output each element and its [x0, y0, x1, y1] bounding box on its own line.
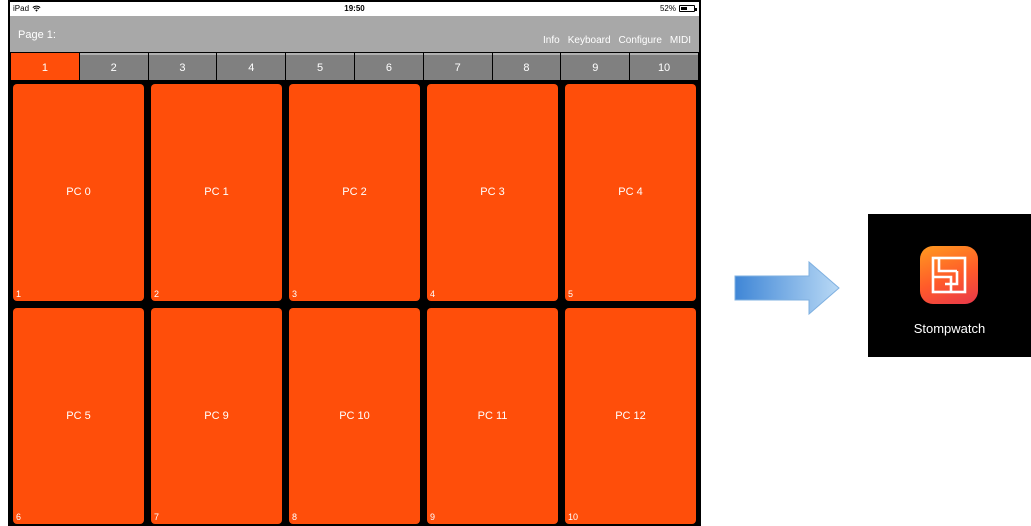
pad-number: 2	[154, 288, 160, 299]
pad-button[interactable]: PC 9 7	[151, 307, 282, 524]
pad-number: 6	[16, 512, 22, 522]
menu-configure[interactable]: Configure	[619, 35, 662, 46]
right-arrow-icon	[734, 260, 840, 316]
pad-number: 3	[292, 288, 298, 299]
app-tile: Stompwatch	[868, 214, 1031, 357]
stompwatch-logo-glyph	[931, 256, 967, 294]
header-menu: Info Keyboard Configure MIDI	[543, 35, 691, 46]
tab-9[interactable]: 9	[561, 53, 630, 80]
pad-number: 5	[568, 288, 574, 299]
pad-button[interactable]: PC 1 2	[151, 84, 282, 301]
pad-label: PC 9	[204, 409, 229, 422]
pad-label: PC 3	[480, 186, 505, 199]
menu-midi[interactable]: MIDI	[670, 35, 691, 46]
pad-label: PC 5	[66, 409, 91, 422]
pad-number: 7	[154, 512, 160, 522]
pad-number: 9	[430, 512, 436, 522]
tab-5[interactable]: 5	[286, 53, 354, 80]
pad-label: PC 0	[66, 186, 91, 199]
page-title: Page 1:	[18, 29, 56, 41]
pad-button[interactable]: PC 10 8	[289, 307, 420, 524]
tab-8[interactable]: 8	[492, 53, 561, 80]
tab-2[interactable]: 2	[79, 53, 148, 80]
tab-6[interactable]: 6	[354, 53, 423, 80]
pad-label: PC 1	[204, 186, 229, 199]
pad-button[interactable]: PC 0 1	[13, 84, 144, 301]
battery-fill	[681, 7, 688, 10]
page-header: Page 1: Info Keyboard Configure MIDI	[10, 16, 699, 52]
tab-1[interactable]: 1	[11, 53, 79, 80]
menu-info[interactable]: Info	[543, 35, 560, 46]
pad-number: 1	[16, 288, 22, 299]
pad-number: 10	[568, 512, 579, 522]
pad-grid: PC 0 1 PC 1 2 PC 2 3 PC 3 4 PC 4 5 PC 5 …	[10, 82, 699, 524]
tab-7[interactable]: 7	[423, 53, 492, 80]
menu-keyboard[interactable]: Keyboard	[568, 35, 611, 46]
pad-button[interactable]: PC 11 9	[427, 307, 558, 524]
pad-label: PC 2	[342, 186, 367, 199]
pad-label: PC 10	[339, 409, 370, 422]
status-time: 19:50	[344, 4, 365, 13]
status-bar: iPad 19:50 52%	[10, 2, 699, 16]
pad-button[interactable]: PC 5 6	[13, 307, 144, 524]
stompwatch-logo-icon[interactable]	[920, 246, 978, 304]
tab-4[interactable]: 4	[217, 53, 286, 80]
pad-button[interactable]: PC 4 5	[565, 84, 696, 301]
pad-number: 8	[292, 512, 298, 522]
battery-icon	[679, 5, 697, 12]
pad-label: PC 11	[477, 409, 508, 422]
tab-10[interactable]: 10	[630, 53, 698, 80]
pad-label: PC 12	[615, 409, 646, 422]
tab-3[interactable]: 3	[148, 53, 217, 80]
pad-number: 4	[430, 288, 436, 299]
page-tabs: 1 2 3 4 5 6 7 8 9 10	[10, 53, 699, 80]
app-name: Stompwatch	[913, 321, 986, 336]
pad-button[interactable]: PC 3 4	[427, 84, 558, 301]
pad-button[interactable]: PC 12 10	[565, 307, 696, 524]
pad-label: PC 4	[618, 186, 643, 199]
pad-button[interactable]: PC 2 3	[289, 84, 420, 301]
ipad-screen: iPad 19:50 52% Page 1: Info Keyboard Con…	[8, 0, 701, 526]
battery-percent: 52%	[659, 4, 676, 13]
